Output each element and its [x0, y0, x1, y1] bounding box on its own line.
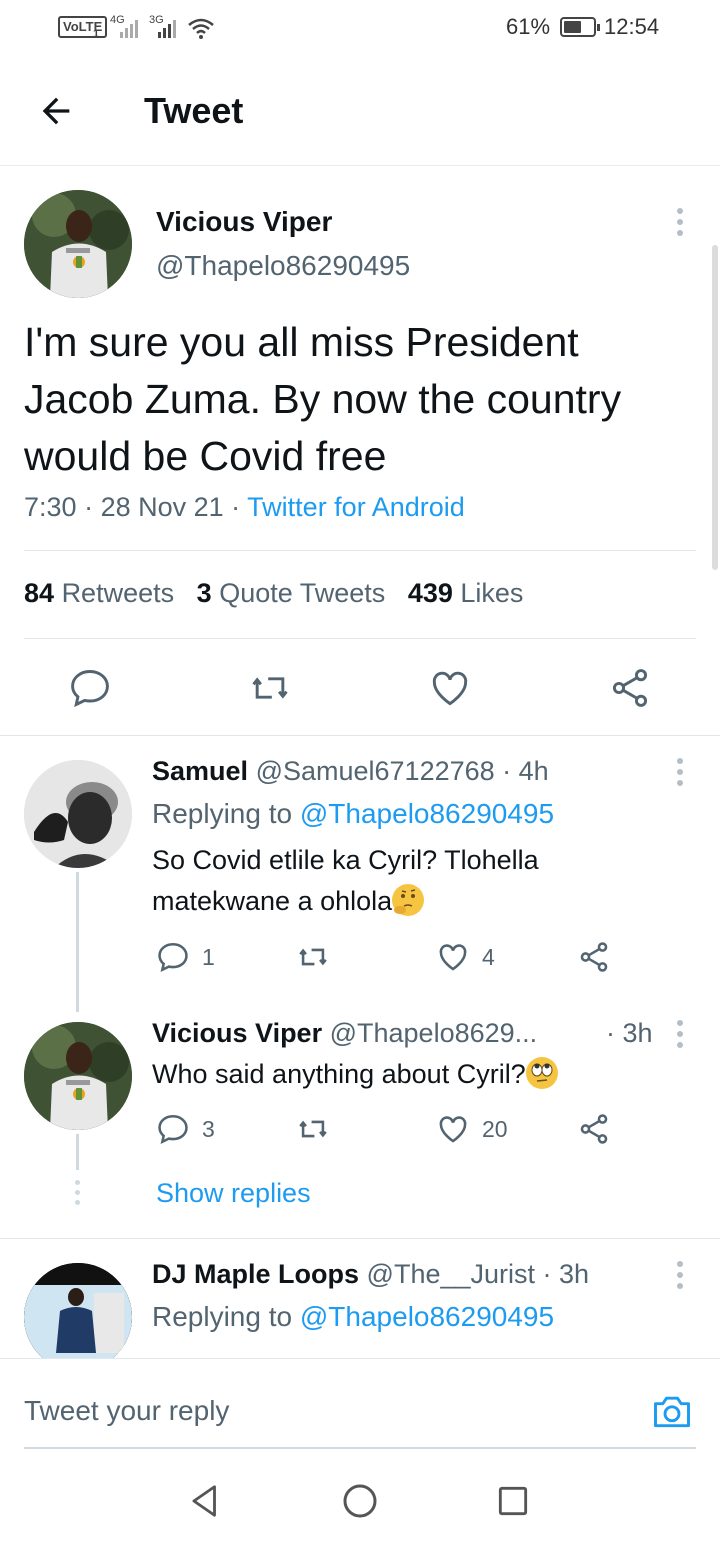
- comment-icon[interactable]: [68, 666, 112, 710]
- retweet-icon[interactable]: [296, 940, 330, 974]
- reply-button[interactable]: 3: [156, 1112, 215, 1146]
- profile-photo: [24, 1263, 132, 1358]
- nav-recents-icon[interactable]: [494, 1482, 532, 1520]
- tweet-text: I'm sure you all miss President Jacob Zu…: [24, 319, 622, 479]
- reply-author-name[interactable]: Samuel: [152, 756, 248, 786]
- profile-photo: [24, 1022, 132, 1130]
- heart-icon: [439, 944, 467, 971]
- thread-dots: [74, 1180, 82, 1206]
- replying-to-link[interactable]: @Thapelo86290495: [300, 798, 554, 829]
- tweet-time: 7:30: [24, 492, 77, 522]
- wifi-icon: [188, 18, 214, 39]
- more-vertical-icon[interactable]: [675, 1020, 685, 1050]
- avatar[interactable]: [24, 190, 132, 298]
- like-count: 4: [482, 943, 495, 970]
- like-button[interactable]: 4: [436, 940, 495, 974]
- status-bar: VoLTE 1 4G 3G 61% 12:54: [0, 0, 720, 56]
- retweet-icon[interactable]: [296, 1112, 330, 1146]
- reply-age: · 4h: [502, 756, 549, 786]
- reply-header: DJ Maple Loops @The__Jurist · 3h: [152, 1259, 589, 1290]
- show-replies-link[interactable]: Show replies: [156, 1178, 311, 1209]
- share-icon[interactable]: [577, 940, 611, 974]
- like-count: 20: [482, 1115, 508, 1142]
- divider: [0, 735, 720, 736]
- camera-icon[interactable]: [650, 1389, 694, 1433]
- tweet-source[interactable]: Twitter for Android: [247, 492, 465, 522]
- reply-text: So Covid etlile ka Cyril? Tlohella matek…: [152, 845, 539, 916]
- reply-count: 1: [202, 943, 215, 970]
- heart-icon[interactable]: [428, 666, 472, 710]
- profile-photo: [24, 760, 132, 868]
- divider: [24, 638, 696, 639]
- profile-photo: [24, 190, 132, 298]
- retweets-stat[interactable]: 84 Retweets: [24, 578, 174, 608]
- more-vertical-icon[interactable]: [675, 758, 685, 788]
- avatar[interactable]: [24, 1022, 132, 1130]
- reply-button[interactable]: 1: [156, 940, 215, 974]
- volte-indicator: VoLTE: [58, 16, 108, 38]
- reply-header: Vicious Viper @Thapelo8629...: [152, 1018, 537, 1049]
- reply-author-name[interactable]: DJ Maple Loops: [152, 1259, 359, 1289]
- author-handle[interactable]: @Thapelo86290495: [156, 250, 410, 282]
- sim-slot: 1: [93, 28, 100, 40]
- more-vertical-icon[interactable]: [675, 208, 685, 238]
- battery-percent: 61%: [506, 14, 551, 39]
- thinking-face-emoji: [392, 884, 425, 916]
- system-nav-bar: [0, 1448, 720, 1541]
- reply-age: · 3h: [542, 1259, 590, 1289]
- likes-stat[interactable]: 439 Likes: [408, 578, 524, 608]
- retweet-icon[interactable]: [248, 666, 292, 710]
- tweet-meta: 7:30 · 28 Nov 21 · Twitter for Android: [24, 492, 465, 522]
- page-title: Tweet: [144, 90, 244, 131]
- avatar[interactable]: [24, 760, 132, 868]
- thread-line: [76, 1134, 79, 1170]
- comment-icon: [158, 1114, 188, 1145]
- eye-roll-emoji: [525, 1057, 558, 1089]
- quote-tweets-stat[interactable]: 3 Quote Tweets: [197, 578, 386, 608]
- divider: [24, 550, 696, 551]
- reply-author-handle[interactable]: @The__Jurist: [367, 1259, 535, 1289]
- reply-input[interactable]: Tweet your reply: [24, 1395, 229, 1427]
- comment-icon: [158, 942, 188, 973]
- reply-text: Who said anything about Cyril?: [152, 1054, 652, 1095]
- replying-to: Replying to @Thapelo86290495: [152, 1301, 555, 1332]
- reply-age: · 3h: [606, 1018, 653, 1048]
- reply-item-clipped: DJ Maple Loops @The__Jurist · 3h Replyin…: [0, 1239, 720, 1358]
- replying-to: Replying to @Thapelo86290495: [152, 798, 555, 829]
- avatar[interactable]: [24, 1263, 132, 1358]
- replying-to-link[interactable]: @Thapelo86290495: [300, 1301, 554, 1332]
- battery-icon: [560, 17, 600, 37]
- top-app-bar: Tweet: [0, 56, 720, 166]
- share-icon[interactable]: [577, 1112, 611, 1146]
- reply-count: 3: [202, 1115, 215, 1142]
- like-button[interactable]: 20: [436, 1112, 508, 1146]
- more-vertical-icon[interactable]: [675, 1261, 685, 1291]
- author-name[interactable]: Vicious Viper: [156, 206, 332, 238]
- signal-icon-2: [158, 20, 176, 38]
- reply-author-name[interactable]: Vicious Viper: [152, 1018, 322, 1048]
- reply-header: Samuel @Samuel67122768 · 4h: [152, 756, 549, 787]
- nav-home-icon[interactable]: [340, 1481, 380, 1521]
- arrow-left-icon[interactable]: [36, 91, 76, 131]
- nav-back-icon[interactable]: [186, 1482, 224, 1520]
- scrollbar[interactable]: [712, 245, 718, 570]
- reply-author-handle[interactable]: @Thapelo8629...: [330, 1018, 538, 1048]
- reply-author-handle[interactable]: @Samuel67122768: [256, 756, 495, 786]
- thread-line: [76, 872, 79, 1012]
- signal-icon: [120, 20, 138, 38]
- reply-composer: Tweet your reply: [0, 1358, 720, 1449]
- tweet-stats: 84 Retweets 3 Quote Tweets 439 Likes: [24, 578, 523, 609]
- share-icon[interactable]: [608, 666, 652, 710]
- heart-icon: [439, 1116, 467, 1143]
- battery-level: [564, 21, 581, 33]
- clock: 12:54: [604, 14, 660, 39]
- tweet-date: 28 Nov 21: [100, 492, 224, 522]
